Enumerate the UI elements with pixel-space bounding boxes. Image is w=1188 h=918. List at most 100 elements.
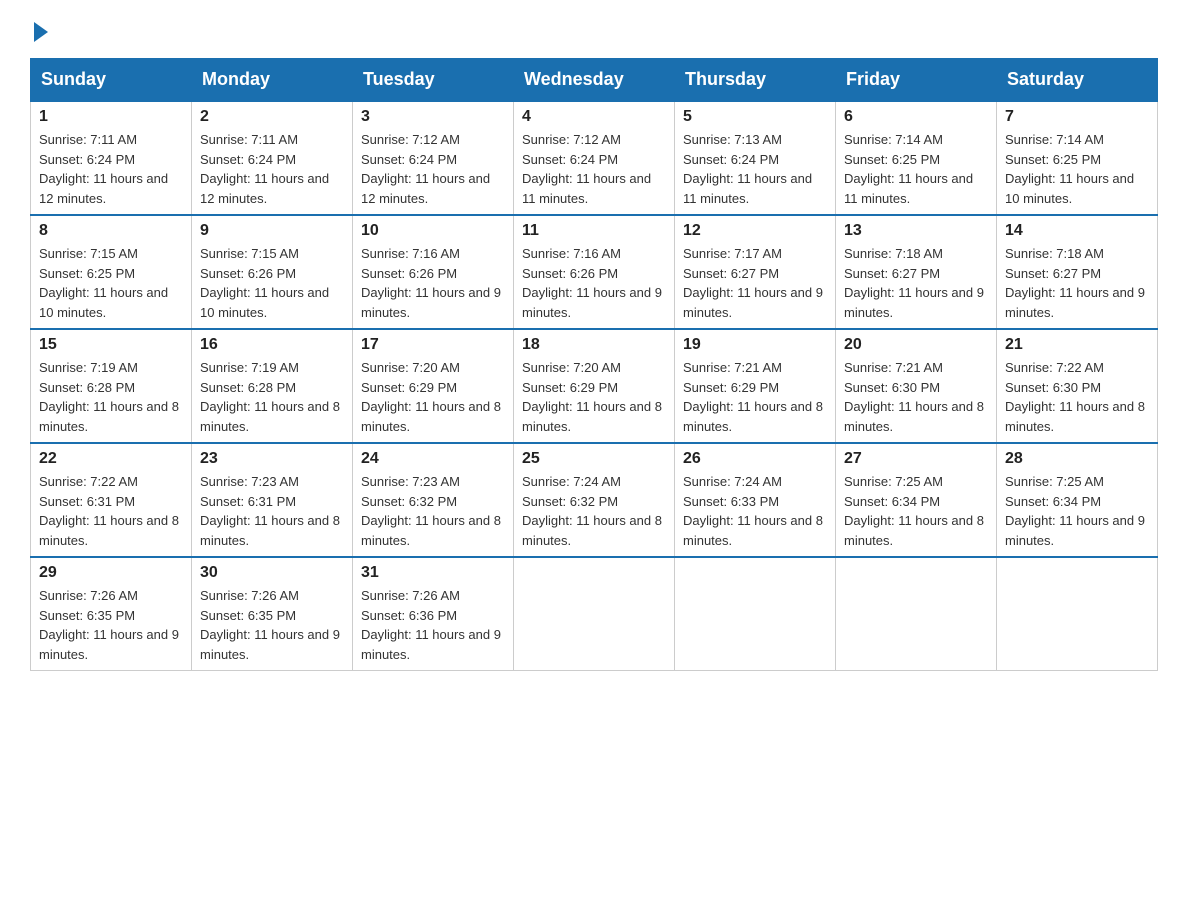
calendar-day-cell: 6 Sunrise: 7:14 AM Sunset: 6:25 PM Dayli…	[836, 101, 997, 215]
calendar-day-cell: 23 Sunrise: 7:23 AM Sunset: 6:31 PM Dayl…	[192, 443, 353, 557]
calendar-week-row: 22 Sunrise: 7:22 AM Sunset: 6:31 PM Dayl…	[31, 443, 1158, 557]
day-number: 30	[200, 564, 344, 582]
day-info: Sunrise: 7:26 AM Sunset: 6:35 PM Dayligh…	[39, 586, 183, 664]
day-info: Sunrise: 7:13 AM Sunset: 6:24 PM Dayligh…	[683, 130, 827, 208]
day-info: Sunrise: 7:26 AM Sunset: 6:35 PM Dayligh…	[200, 586, 344, 664]
day-info: Sunrise: 7:20 AM Sunset: 6:29 PM Dayligh…	[522, 358, 666, 436]
day-number: 4	[522, 108, 666, 126]
day-number: 21	[1005, 336, 1149, 354]
calendar-day-cell: 7 Sunrise: 7:14 AM Sunset: 6:25 PM Dayli…	[997, 101, 1158, 215]
day-number: 15	[39, 336, 183, 354]
day-of-week-header: Sunday	[31, 59, 192, 102]
calendar-day-cell: 30 Sunrise: 7:26 AM Sunset: 6:35 PM Dayl…	[192, 557, 353, 671]
calendar-day-cell: 26 Sunrise: 7:24 AM Sunset: 6:33 PM Dayl…	[675, 443, 836, 557]
calendar-day-cell: 22 Sunrise: 7:22 AM Sunset: 6:31 PM Dayl…	[31, 443, 192, 557]
day-number: 3	[361, 108, 505, 126]
day-number: 11	[522, 222, 666, 240]
day-info: Sunrise: 7:17 AM Sunset: 6:27 PM Dayligh…	[683, 244, 827, 322]
day-number: 5	[683, 108, 827, 126]
day-number: 28	[1005, 450, 1149, 468]
day-info: Sunrise: 7:19 AM Sunset: 6:28 PM Dayligh…	[200, 358, 344, 436]
calendar-day-cell: 15 Sunrise: 7:19 AM Sunset: 6:28 PM Dayl…	[31, 329, 192, 443]
logo	[30, 20, 48, 38]
day-info: Sunrise: 7:23 AM Sunset: 6:31 PM Dayligh…	[200, 472, 344, 550]
day-info: Sunrise: 7:25 AM Sunset: 6:34 PM Dayligh…	[844, 472, 988, 550]
calendar-table: SundayMondayTuesdayWednesdayThursdayFrid…	[30, 58, 1158, 671]
calendar-day-cell: 19 Sunrise: 7:21 AM Sunset: 6:29 PM Dayl…	[675, 329, 836, 443]
logo-arrow-icon	[34, 22, 48, 42]
day-info: Sunrise: 7:11 AM Sunset: 6:24 PM Dayligh…	[39, 130, 183, 208]
day-number: 13	[844, 222, 988, 240]
day-info: Sunrise: 7:25 AM Sunset: 6:34 PM Dayligh…	[1005, 472, 1149, 550]
calendar-day-cell: 2 Sunrise: 7:11 AM Sunset: 6:24 PM Dayli…	[192, 101, 353, 215]
day-number: 29	[39, 564, 183, 582]
calendar-day-cell	[836, 557, 997, 671]
calendar-day-cell	[675, 557, 836, 671]
calendar-day-cell: 4 Sunrise: 7:12 AM Sunset: 6:24 PM Dayli…	[514, 101, 675, 215]
day-number: 24	[361, 450, 505, 468]
calendar-day-cell: 5 Sunrise: 7:13 AM Sunset: 6:24 PM Dayli…	[675, 101, 836, 215]
day-number: 23	[200, 450, 344, 468]
calendar-day-cell: 16 Sunrise: 7:19 AM Sunset: 6:28 PM Dayl…	[192, 329, 353, 443]
day-number: 31	[361, 564, 505, 582]
calendar-day-cell	[997, 557, 1158, 671]
calendar-day-cell: 20 Sunrise: 7:21 AM Sunset: 6:30 PM Dayl…	[836, 329, 997, 443]
calendar-day-cell: 27 Sunrise: 7:25 AM Sunset: 6:34 PM Dayl…	[836, 443, 997, 557]
day-number: 8	[39, 222, 183, 240]
calendar-week-row: 29 Sunrise: 7:26 AM Sunset: 6:35 PM Dayl…	[31, 557, 1158, 671]
calendar-day-cell: 13 Sunrise: 7:18 AM Sunset: 6:27 PM Dayl…	[836, 215, 997, 329]
day-number: 1	[39, 108, 183, 126]
day-info: Sunrise: 7:24 AM Sunset: 6:32 PM Dayligh…	[522, 472, 666, 550]
day-number: 7	[1005, 108, 1149, 126]
calendar-week-row: 15 Sunrise: 7:19 AM Sunset: 6:28 PM Dayl…	[31, 329, 1158, 443]
day-number: 10	[361, 222, 505, 240]
day-info: Sunrise: 7:18 AM Sunset: 6:27 PM Dayligh…	[1005, 244, 1149, 322]
day-number: 25	[522, 450, 666, 468]
day-info: Sunrise: 7:24 AM Sunset: 6:33 PM Dayligh…	[683, 472, 827, 550]
day-info: Sunrise: 7:14 AM Sunset: 6:25 PM Dayligh…	[1005, 130, 1149, 208]
day-info: Sunrise: 7:22 AM Sunset: 6:31 PM Dayligh…	[39, 472, 183, 550]
day-info: Sunrise: 7:23 AM Sunset: 6:32 PM Dayligh…	[361, 472, 505, 550]
calendar-week-row: 1 Sunrise: 7:11 AM Sunset: 6:24 PM Dayli…	[31, 101, 1158, 215]
calendar-day-cell: 31 Sunrise: 7:26 AM Sunset: 6:36 PM Dayl…	[353, 557, 514, 671]
calendar-day-cell: 9 Sunrise: 7:15 AM Sunset: 6:26 PM Dayli…	[192, 215, 353, 329]
day-info: Sunrise: 7:16 AM Sunset: 6:26 PM Dayligh…	[361, 244, 505, 322]
day-number: 26	[683, 450, 827, 468]
calendar-day-cell: 28 Sunrise: 7:25 AM Sunset: 6:34 PM Dayl…	[997, 443, 1158, 557]
day-number: 12	[683, 222, 827, 240]
day-number: 2	[200, 108, 344, 126]
calendar-day-cell: 24 Sunrise: 7:23 AM Sunset: 6:32 PM Dayl…	[353, 443, 514, 557]
day-of-week-header: Monday	[192, 59, 353, 102]
calendar-day-cell: 14 Sunrise: 7:18 AM Sunset: 6:27 PM Dayl…	[997, 215, 1158, 329]
day-number: 6	[844, 108, 988, 126]
calendar-day-cell: 12 Sunrise: 7:17 AM Sunset: 6:27 PM Dayl…	[675, 215, 836, 329]
day-info: Sunrise: 7:12 AM Sunset: 6:24 PM Dayligh…	[361, 130, 505, 208]
calendar-day-cell: 21 Sunrise: 7:22 AM Sunset: 6:30 PM Dayl…	[997, 329, 1158, 443]
day-info: Sunrise: 7:22 AM Sunset: 6:30 PM Dayligh…	[1005, 358, 1149, 436]
day-info: Sunrise: 7:15 AM Sunset: 6:26 PM Dayligh…	[200, 244, 344, 322]
calendar-day-cell: 8 Sunrise: 7:15 AM Sunset: 6:25 PM Dayli…	[31, 215, 192, 329]
calendar-week-row: 8 Sunrise: 7:15 AM Sunset: 6:25 PM Dayli…	[31, 215, 1158, 329]
day-info: Sunrise: 7:18 AM Sunset: 6:27 PM Dayligh…	[844, 244, 988, 322]
day-number: 18	[522, 336, 666, 354]
calendar-day-cell: 29 Sunrise: 7:26 AM Sunset: 6:35 PM Dayl…	[31, 557, 192, 671]
day-of-week-header: Tuesday	[353, 59, 514, 102]
day-info: Sunrise: 7:19 AM Sunset: 6:28 PM Dayligh…	[39, 358, 183, 436]
day-number: 9	[200, 222, 344, 240]
day-of-week-header: Friday	[836, 59, 997, 102]
day-info: Sunrise: 7:11 AM Sunset: 6:24 PM Dayligh…	[200, 130, 344, 208]
day-info: Sunrise: 7:12 AM Sunset: 6:24 PM Dayligh…	[522, 130, 666, 208]
calendar-day-cell: 18 Sunrise: 7:20 AM Sunset: 6:29 PM Dayl…	[514, 329, 675, 443]
calendar-day-cell: 3 Sunrise: 7:12 AM Sunset: 6:24 PM Dayli…	[353, 101, 514, 215]
calendar-day-cell	[514, 557, 675, 671]
calendar-day-cell: 10 Sunrise: 7:16 AM Sunset: 6:26 PM Dayl…	[353, 215, 514, 329]
day-info: Sunrise: 7:21 AM Sunset: 6:30 PM Dayligh…	[844, 358, 988, 436]
day-number: 16	[200, 336, 344, 354]
day-number: 20	[844, 336, 988, 354]
day-info: Sunrise: 7:16 AM Sunset: 6:26 PM Dayligh…	[522, 244, 666, 322]
day-info: Sunrise: 7:14 AM Sunset: 6:25 PM Dayligh…	[844, 130, 988, 208]
day-info: Sunrise: 7:20 AM Sunset: 6:29 PM Dayligh…	[361, 358, 505, 436]
calendar-day-cell: 11 Sunrise: 7:16 AM Sunset: 6:26 PM Dayl…	[514, 215, 675, 329]
day-number: 27	[844, 450, 988, 468]
day-of-week-header: Thursday	[675, 59, 836, 102]
